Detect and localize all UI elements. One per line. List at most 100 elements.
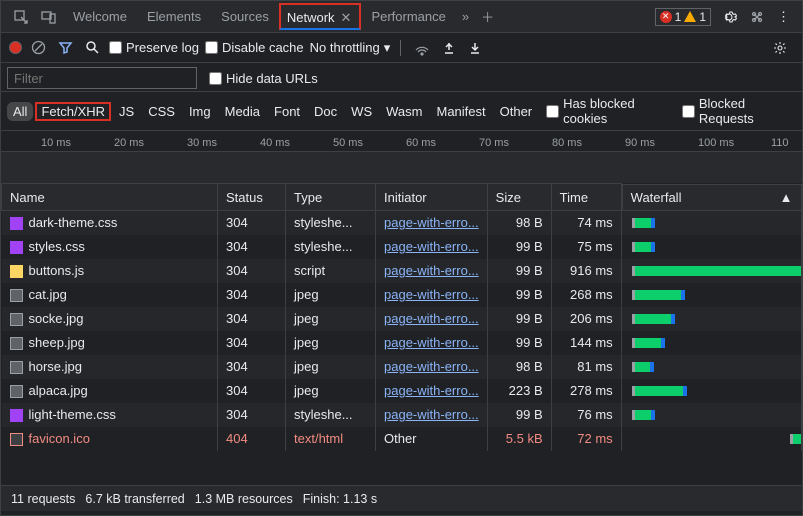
status-bar: 11 requests 6.7 kB transferred 1.3 MB re…	[1, 485, 802, 511]
request-status: 304	[218, 355, 286, 379]
timeline-tick: 110	[771, 137, 789, 149]
timeline-tick: 60 ms	[406, 137, 436, 149]
request-time: 278 ms	[551, 379, 621, 403]
kebab-menu-icon[interactable]: ⋮	[771, 5, 796, 29]
tab-network[interactable]: Network	[285, 7, 337, 28]
request-row[interactable]: dark-theme.css304styleshe...page-with-er…	[2, 211, 802, 235]
initiator-link[interactable]: page-with-erro...	[384, 383, 479, 398]
request-row[interactable]: socke.jpg304jpegpage-with-erro...99 B206…	[2, 307, 802, 331]
record-button[interactable]	[9, 41, 22, 54]
col-time[interactable]: Time	[551, 184, 621, 211]
device-toggle-icon[interactable]	[35, 3, 63, 31]
import-har-icon[interactable]	[439, 38, 459, 58]
type-wasm[interactable]: Wasm	[380, 102, 428, 121]
filter-icon[interactable]	[55, 37, 76, 58]
request-row[interactable]: cat.jpg304jpegpage-with-erro...99 B268 m…	[2, 283, 802, 307]
col-waterfall[interactable]: Waterfall ▲	[622, 184, 802, 211]
type-img[interactable]: Img	[183, 102, 217, 121]
request-row[interactable]: alpaca.jpg304jpegpage-with-erro...223 B2…	[2, 379, 802, 403]
blocked-requests-checkbox[interactable]: Blocked Requests	[682, 96, 796, 126]
request-row[interactable]: light-theme.css304styleshe...page-with-e…	[2, 403, 802, 427]
request-status: 304	[218, 403, 286, 427]
throttling-select[interactable]: No throttling ▾	[310, 40, 391, 56]
network-settings-icon[interactable]	[766, 36, 794, 60]
clear-icon[interactable]	[28, 37, 49, 58]
request-type: jpeg	[286, 307, 376, 331]
request-row[interactable]: favicon.ico404text/htmlOther5.5 kB72 ms	[2, 427, 802, 451]
add-tab-icon[interactable]: ＋	[475, 1, 500, 32]
experiments-icon[interactable]	[743, 5, 771, 29]
initiator-link[interactable]: page-with-erro...	[384, 215, 479, 230]
type-fetch-xhr[interactable]: Fetch/XHR	[35, 102, 111, 121]
initiator-link[interactable]: page-with-erro...	[384, 263, 479, 278]
blocked-cookies-checkbox[interactable]: Has blocked cookies	[546, 96, 674, 126]
network-conditions-icon[interactable]	[411, 37, 433, 59]
type-manifest[interactable]: Manifest	[430, 102, 491, 121]
timeline-tick: 20 ms	[114, 137, 144, 149]
initiator-link[interactable]: page-with-erro...	[384, 287, 479, 302]
overview-timeline[interactable]: 10 ms20 ms30 ms40 ms50 ms60 ms70 ms80 ms…	[1, 131, 802, 183]
file-icon	[10, 361, 23, 374]
request-size: 98 B	[487, 355, 551, 379]
issues-badge[interactable]: ✕ 1 1	[655, 8, 711, 26]
request-row[interactable]: horse.jpg304jpegpage-with-erro...98 B81 …	[2, 355, 802, 379]
tab-sources[interactable]: Sources	[211, 2, 279, 31]
initiator-link[interactable]: page-with-erro...	[384, 407, 479, 422]
type-ws[interactable]: WS	[345, 102, 378, 121]
initiator-link[interactable]: page-with-erro...	[384, 335, 479, 350]
type-other[interactable]: Other	[494, 102, 539, 121]
request-row[interactable]: buttons.js304scriptpage-with-erro...99 B…	[2, 259, 802, 283]
export-har-icon[interactable]	[465, 38, 485, 58]
col-status[interactable]: Status	[218, 184, 286, 211]
type-all[interactable]: All	[7, 102, 33, 121]
request-size: 223 B	[487, 379, 551, 403]
file-icon	[10, 217, 23, 230]
file-icon	[10, 409, 23, 422]
request-type: text/html	[286, 427, 376, 451]
request-row[interactable]: styles.css304styleshe...page-with-erro..…	[2, 235, 802, 259]
inspect-icon[interactable]	[7, 3, 35, 31]
hide-data-urls-checkbox[interactable]: Hide data URLs	[209, 71, 318, 86]
filter-input[interactable]	[7, 67, 197, 89]
disable-cache-checkbox[interactable]: Disable cache	[205, 40, 304, 55]
chevron-down-icon: ▾	[384, 40, 391, 56]
blocked-requests-label: Blocked Requests	[699, 96, 796, 126]
search-icon[interactable]	[82, 37, 103, 58]
initiator-link[interactable]: page-with-erro...	[384, 359, 479, 374]
col-type[interactable]: Type	[286, 184, 376, 211]
col-initiator[interactable]: Initiator	[376, 184, 488, 211]
tab-performance[interactable]: Performance	[361, 2, 455, 31]
timeline-tick: 80 ms	[552, 137, 582, 149]
request-size: 99 B	[487, 307, 551, 331]
warning-count: 1	[699, 10, 706, 24]
request-name: cat.jpg	[29, 287, 67, 302]
table-header-row: Name Status Type Initiator Size Time Wat…	[2, 184, 802, 211]
col-name[interactable]: Name	[2, 184, 218, 211]
requests-table: Name Status Type Initiator Size Time Wat…	[1, 183, 802, 485]
type-js[interactable]: JS	[113, 102, 140, 121]
preserve-log-checkbox[interactable]: Preserve log	[109, 40, 199, 55]
status-transferred: 6.7 kB transferred	[85, 492, 184, 506]
tab-welcome[interactable]: Welcome	[63, 2, 137, 31]
type-media[interactable]: Media	[219, 102, 266, 121]
request-row[interactable]: sheep.jpg304jpegpage-with-erro...99 B144…	[2, 331, 802, 355]
initiator-link[interactable]: page-with-erro...	[384, 239, 479, 254]
file-icon	[10, 265, 23, 278]
timeline-tick: 50 ms	[333, 137, 363, 149]
tab-elements[interactable]: Elements	[137, 2, 211, 31]
initiator-link[interactable]: page-with-erro...	[384, 311, 479, 326]
col-size[interactable]: Size	[487, 184, 551, 211]
type-doc[interactable]: Doc	[308, 102, 343, 121]
sort-arrow-icon: ▲	[780, 190, 793, 205]
close-tab-icon[interactable]: ✕	[337, 10, 356, 26]
more-tabs-icon[interactable]: »	[456, 3, 475, 30]
type-font[interactable]: Font	[268, 102, 306, 121]
waterfall-bar	[630, 382, 793, 400]
timeline-tick: 70 ms	[479, 137, 509, 149]
settings-icon[interactable]	[715, 5, 743, 29]
type-filter-bar: All Fetch/XHR JS CSS Img Media Font Doc …	[1, 92, 802, 131]
request-name: socke.jpg	[29, 311, 84, 326]
type-css[interactable]: CSS	[142, 102, 181, 121]
blocked-cookies-label: Has blocked cookies	[563, 96, 674, 126]
request-size: 98 B	[487, 211, 551, 235]
